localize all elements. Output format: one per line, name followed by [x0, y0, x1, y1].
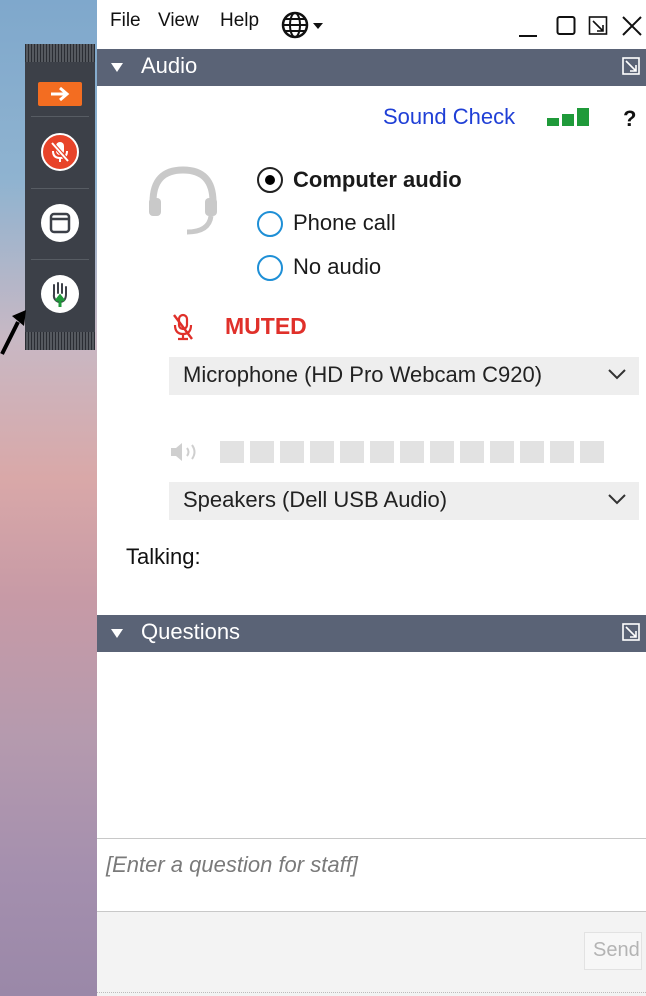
raise-hand-button[interactable] — [41, 275, 79, 313]
audio-panel-title: Audio — [141, 53, 198, 78]
mic-muted-status-icon[interactable] — [171, 312, 195, 342]
language-menu-button[interactable] — [281, 11, 329, 39]
microphone-select[interactable]: Microphone (HD Pro Webcam C920) — [169, 357, 639, 395]
toolbar-grip-bottom[interactable] — [25, 332, 95, 350]
minimize-icon[interactable] — [518, 16, 538, 38]
arrow-icon — [51, 86, 70, 102]
level-meter-segment — [340, 441, 364, 463]
sound-check-link[interactable]: Sound Check — [383, 104, 515, 130]
collapse-triangle-icon[interactable] — [111, 63, 123, 72]
option-phone-call-label: Phone call — [293, 210, 396, 235]
raise-hand-icon — [52, 282, 67, 307]
level-meter-segment — [220, 441, 244, 463]
send-button-label: Send — [593, 939, 640, 961]
level-meter-segment — [310, 441, 334, 463]
question-input[interactable]: [Enter a question for staff] — [97, 839, 646, 911]
menu-view[interactable]: View — [158, 10, 199, 32]
globe-icon — [281, 11, 323, 39]
radio-computer-audio[interactable] — [257, 167, 283, 193]
speaker-volume-icon — [171, 443, 196, 461]
signal-strength-icon — [547, 108, 589, 126]
send-button[interactable]: Send — [584, 932, 642, 970]
help-button[interactable]: ? — [623, 106, 636, 132]
speakers-select[interactable]: Speakers (Dell USB Audio) — [169, 482, 639, 520]
headset-icon — [149, 166, 217, 235]
talking-label: Talking: — [126, 544, 201, 569]
level-meter-segment — [250, 441, 274, 463]
collapse-panel-button[interactable] — [38, 82, 82, 106]
collapse-triangle-icon[interactable] — [111, 629, 123, 638]
menu-bar: File View Help — [97, 0, 646, 48]
main-window: File View Help Audio Sound Check ? Compu… — [97, 0, 646, 996]
chevron-down-icon — [608, 369, 626, 380]
screen-toggle-button[interactable] — [41, 204, 79, 242]
popout-icon[interactable] — [622, 57, 640, 75]
radio-no-audio[interactable] — [257, 255, 283, 281]
level-meter-segment — [550, 441, 574, 463]
level-meter-segment — [370, 441, 394, 463]
chevron-down-icon — [608, 494, 626, 505]
question-input-placeholder: [Enter a question for staff] — [106, 852, 358, 877]
questions-panel-title: Questions — [141, 619, 241, 644]
restore-icon[interactable] — [588, 15, 608, 37]
menu-help[interactable]: Help — [220, 10, 259, 32]
audio-panel-header[interactable]: Audio — [97, 49, 646, 86]
menu-file[interactable]: File — [110, 10, 141, 32]
pointer-arrow-icon — [0, 310, 26, 355]
option-computer-audio-label: Computer audio — [293, 167, 462, 192]
toolbar-grip-top[interactable] — [25, 44, 95, 62]
maximize-icon[interactable] — [556, 15, 576, 37]
level-meter-segment — [280, 441, 304, 463]
popout-icon[interactable] — [622, 623, 640, 641]
mute-toggle-button[interactable] — [41, 133, 79, 171]
level-meter-segment — [490, 441, 514, 463]
level-meter-segment — [430, 441, 454, 463]
radio-phone-call[interactable] — [257, 211, 283, 237]
speakers-select-value: Speakers (Dell USB Audio) — [183, 487, 448, 512]
question-action-bar: Send — [97, 912, 646, 996]
mic-muted-icon — [50, 141, 70, 163]
questions-log — [97, 652, 646, 838]
option-no-audio-label: No audio — [293, 254, 382, 279]
close-icon[interactable] — [621, 15, 643, 37]
muted-status: MUTED — [225, 313, 307, 339]
control-toolbar — [25, 44, 95, 350]
level-meter-segment — [520, 441, 544, 463]
screen-icon — [49, 212, 71, 234]
microphone-select-value: Microphone (HD Pro Webcam C920) — [183, 362, 543, 387]
questions-panel-header[interactable]: Questions — [97, 615, 646, 652]
level-meter-segment — [460, 441, 484, 463]
level-meter-segment — [580, 441, 604, 463]
level-meter-segment — [400, 441, 424, 463]
